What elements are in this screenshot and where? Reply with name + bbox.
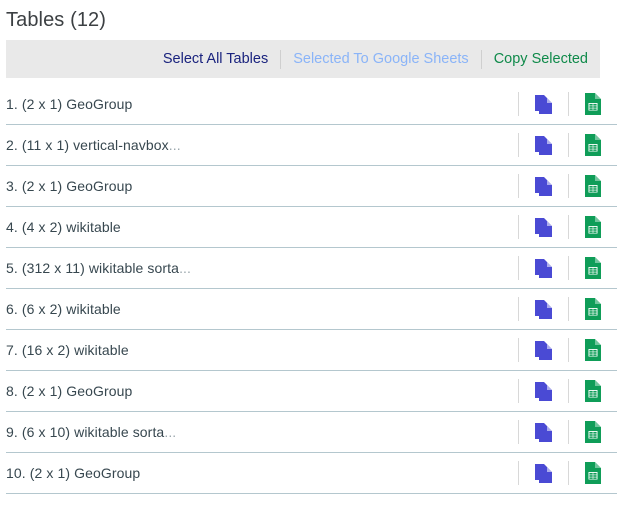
copy-documents-icon[interactable] [533, 337, 555, 363]
row-actions [518, 330, 617, 370]
row-actions [518, 84, 617, 124]
table-row[interactable]: 4. (4 x 2) wikitable [6, 207, 617, 248]
table-row-text: 7. (16 x 2) wikitable [6, 342, 129, 358]
table-row-label: 6. (6 x 2) wikitable [6, 301, 518, 317]
google-sheets-icon[interactable] [582, 132, 604, 158]
table-row-label: 1. (2 x 1) GeoGroup [6, 96, 518, 112]
google-sheets-icon[interactable] [582, 255, 604, 281]
table-row[interactable]: 2. (11 x 1) vertical-navbox... [6, 125, 617, 166]
table-row-label: 8. (2 x 1) GeoGroup [6, 383, 518, 399]
action-separator [568, 92, 569, 116]
action-separator [518, 133, 519, 157]
table-extractor-panel: Tables (12) Select All Tables Selected T… [0, 0, 623, 509]
table-row-label: 10. (2 x 1) GeoGroup [6, 465, 518, 481]
tables-list: 1. (2 x 1) GeoGroup 2. (11 x 1) vertical-… [0, 84, 623, 494]
table-row[interactable]: 3. (2 x 1) GeoGroup [6, 166, 617, 207]
row-actions [518, 207, 617, 247]
table-row-text: 6. (6 x 2) wikitable [6, 301, 121, 317]
table-row-label: 4. (4 x 2) wikitable [6, 219, 518, 235]
row-actions [518, 412, 617, 452]
table-row[interactable]: 5. (312 x 11) wikitable sorta... [6, 248, 617, 289]
action-separator [518, 420, 519, 444]
table-row-label: 9. (6 x 10) wikitable sorta... [6, 424, 518, 440]
table-row-text: 9. (6 x 10) wikitable sorta [6, 424, 165, 440]
action-separator [518, 297, 519, 321]
copy-documents-icon[interactable] [533, 91, 555, 117]
google-sheets-icon[interactable] [582, 214, 604, 240]
action-separator [518, 215, 519, 239]
row-actions [518, 453, 617, 493]
truncation-ellipsis: ... [168, 137, 181, 153]
google-sheets-icon[interactable] [582, 173, 604, 199]
row-actions [518, 371, 617, 411]
action-separator [568, 133, 569, 157]
copy-documents-icon[interactable] [533, 255, 555, 281]
copy-documents-icon[interactable] [533, 419, 555, 445]
action-separator [568, 256, 569, 280]
google-sheets-icon[interactable] [582, 91, 604, 117]
table-row[interactable]: 9. (6 x 10) wikitable sorta... [6, 412, 617, 453]
action-separator [568, 174, 569, 198]
table-row-text: 5. (312 x 11) wikitable sorta [6, 260, 180, 276]
copy-documents-icon[interactable] [533, 173, 555, 199]
action-separator [518, 256, 519, 280]
action-separator [518, 174, 519, 198]
action-separator [518, 338, 519, 362]
action-separator [568, 420, 569, 444]
actions-toolbar: Select All Tables Selected To Google She… [6, 40, 600, 78]
truncation-ellipsis: ... [164, 424, 177, 440]
row-actions [518, 166, 617, 206]
select-all-tables-button[interactable]: Select All Tables [151, 50, 280, 68]
table-row-text: 1. (2 x 1) GeoGroup [6, 96, 133, 112]
table-row[interactable]: 6. (6 x 2) wikitable [6, 289, 617, 330]
action-separator [518, 92, 519, 116]
action-separator [568, 461, 569, 485]
action-separator [518, 461, 519, 485]
copy-documents-icon[interactable] [533, 460, 555, 486]
table-row-label: 7. (16 x 2) wikitable [6, 342, 518, 358]
google-sheets-icon[interactable] [582, 378, 604, 404]
row-actions [518, 248, 617, 288]
table-row-label: 3. (2 x 1) GeoGroup [6, 178, 518, 194]
action-separator [518, 379, 519, 403]
copy-selected-button[interactable]: Copy Selected [482, 50, 588, 68]
copy-documents-icon[interactable] [533, 296, 555, 322]
google-sheets-icon[interactable] [582, 296, 604, 322]
table-row[interactable]: 7. (16 x 2) wikitable [6, 330, 617, 371]
table-row-text: 8. (2 x 1) GeoGroup [6, 383, 133, 399]
action-separator [568, 338, 569, 362]
row-actions [518, 289, 617, 329]
page-title: Tables (12) [6, 9, 107, 31]
table-row[interactable]: 8. (2 x 1) GeoGroup [6, 371, 617, 412]
table-row-text: 10. (2 x 1) GeoGroup [6, 465, 141, 481]
table-row[interactable]: 1. (2 x 1) GeoGroup [6, 84, 617, 125]
table-row-label: 2. (11 x 1) vertical-navbox... [6, 137, 518, 153]
truncation-ellipsis: ... [179, 260, 192, 276]
copy-documents-icon[interactable] [533, 132, 555, 158]
table-row-text: 3. (2 x 1) GeoGroup [6, 178, 133, 194]
table-row-text: 2. (11 x 1) vertical-navbox [6, 137, 169, 153]
table-row[interactable]: 10. (2 x 1) GeoGroup [6, 453, 617, 494]
selected-to-google-sheets-button[interactable]: Selected To Google Sheets [281, 50, 480, 68]
copy-documents-icon[interactable] [533, 378, 555, 404]
google-sheets-icon[interactable] [582, 419, 604, 445]
table-row-label: 5. (312 x 11) wikitable sorta... [6, 260, 518, 276]
action-separator [568, 297, 569, 321]
google-sheets-icon[interactable] [582, 337, 604, 363]
action-separator [568, 379, 569, 403]
copy-documents-icon[interactable] [533, 214, 555, 240]
row-actions [518, 125, 617, 165]
action-separator [568, 215, 569, 239]
table-row-text: 4. (4 x 2) wikitable [6, 219, 121, 235]
google-sheets-icon[interactable] [582, 460, 604, 486]
